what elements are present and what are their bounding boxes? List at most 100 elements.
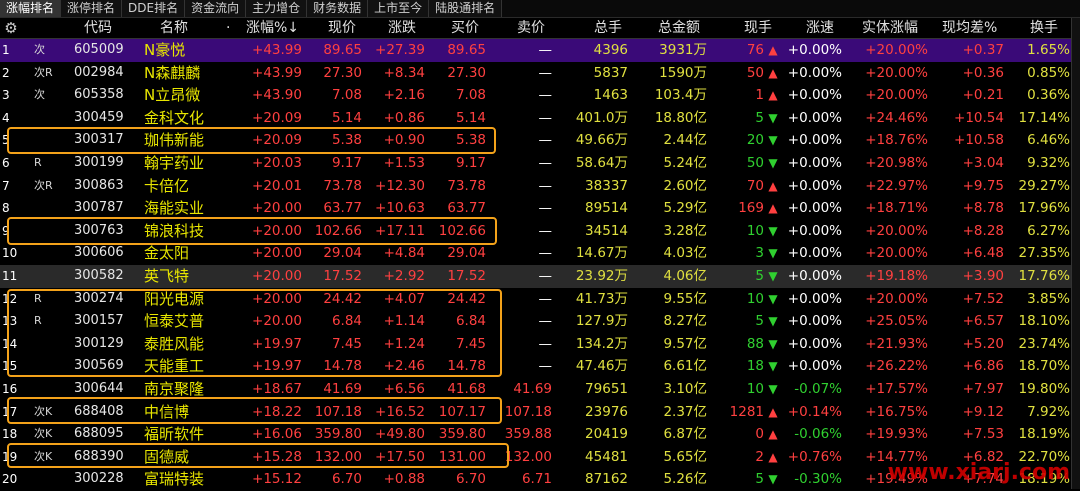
turnover: 9.32% bbox=[1027, 154, 1070, 171]
table-row[interactable]: 8 300787 海能实业 +20.00 63.77 +10.63 63.77 — 89514 5… bbox=[0, 197, 1080, 220]
speed: +0.00% bbox=[787, 87, 842, 104]
col-bid[interactable]: 买价 bbox=[451, 18, 479, 38]
total-amount: 9.57亿 bbox=[663, 335, 707, 352]
stock-code: 300129 bbox=[74, 335, 124, 351]
col-volume[interactable]: 总手 bbox=[594, 18, 622, 38]
total-amount: 6.87亿 bbox=[663, 426, 707, 443]
avg-diff: +9.75 bbox=[962, 177, 1004, 194]
col-amount[interactable]: 总金额 bbox=[658, 18, 700, 38]
tab-dde-ranking[interactable]: DDE排名 bbox=[122, 0, 186, 17]
row-index: 10 bbox=[2, 246, 18, 261]
col-speed[interactable]: 涨速 bbox=[806, 18, 834, 38]
table-row[interactable]: 13 R 300157 恒泰艾普 +20.00 6.84 +1.14 6.84 — 127.9万 8… bbox=[0, 310, 1080, 333]
turnover: 6.46% bbox=[1027, 132, 1070, 149]
arrow-down-icon: ▼ bbox=[768, 155, 778, 170]
table-row[interactable]: 17 次K 688408 中信博 +18.22 107.18 +16.52 107.17 107… bbox=[0, 401, 1080, 424]
bid-price: 107.17 bbox=[438, 403, 486, 420]
stock-name: 锦浪科技 bbox=[144, 221, 205, 240]
tab-main-increase[interactable]: 主力增仓 bbox=[246, 0, 308, 17]
tab-limit-up-ranking[interactable]: 涨停排名 bbox=[61, 0, 123, 17]
col-pct[interactable]: 涨幅%↓ bbox=[246, 18, 299, 38]
ask-price: 107.18 bbox=[504, 403, 552, 420]
col-avg-diff[interactable]: 现均差% bbox=[942, 18, 997, 38]
tab-gain-ranking[interactable]: 涨幅排名 bbox=[0, 0, 62, 17]
row-flags bbox=[34, 220, 66, 243]
table-row[interactable]: 6 R 300199 翰宇药业 +20.03 9.17 +1.53 9.17 — 58.64万 5.… bbox=[0, 152, 1080, 175]
gear-icon[interactable]: ⚙ bbox=[2, 19, 20, 37]
table-row[interactable]: 1 次 605009 N豪悦 +43.99 89.65 +27.39 89.65 — 4396 39… bbox=[0, 39, 1080, 62]
stock-code: 605009 bbox=[74, 42, 124, 57]
stock-code: 300459 bbox=[74, 109, 124, 125]
turnover: 7.92% bbox=[1027, 403, 1070, 420]
tab-hk-connect-ranking[interactable]: 陆股通排名 bbox=[429, 0, 503, 17]
stock-code: 688408 bbox=[74, 403, 124, 419]
stock-name: 福昕软件 bbox=[144, 425, 205, 444]
current-volume: 50 bbox=[746, 154, 764, 171]
table-row[interactable]: 16 300644 南京聚隆 +18.67 41.69 +6.56 41.68 41.69 79… bbox=[0, 378, 1080, 401]
table-row[interactable]: 10 300606 金太阳 +20.00 29.04 +4.84 29.04 — 14.67万 4… bbox=[0, 242, 1080, 265]
table-row[interactable]: 5 300317 珈伟新能 +20.09 5.38 +0.90 5.38 — 49.66万 2.4… bbox=[0, 129, 1080, 152]
pct-change: +20.00 bbox=[252, 200, 302, 217]
avg-diff: +0.37 bbox=[962, 42, 1004, 58]
table-row[interactable]: 9 300763 锦浪科技 +20.00 102.66 +17.11 102.66 — 3451… bbox=[0, 220, 1080, 243]
arrow-up-icon: ▲ bbox=[768, 449, 778, 464]
col-ask[interactable]: 卖价 bbox=[517, 18, 545, 38]
pct-change: +20.00 bbox=[252, 313, 302, 330]
price-change: +0.90 bbox=[383, 132, 425, 149]
bid-price: 102.66 bbox=[438, 222, 486, 239]
stock-name: 中信博 bbox=[144, 402, 190, 421]
row-index: 6 bbox=[2, 155, 10, 170]
bid-price: 9.17 bbox=[455, 154, 486, 171]
stock-name: 恒泰艾普 bbox=[144, 312, 205, 331]
entity-change: +18.76% bbox=[865, 132, 928, 149]
arrow-down-icon: ▼ bbox=[768, 133, 778, 148]
speed: +0.00% bbox=[787, 154, 842, 171]
row-index: 1 bbox=[2, 43, 10, 57]
table-row[interactable]: 11 300582 英飞特 +20.00 17.52 +2.92 17.52 — 23.92万 4… bbox=[0, 264, 1080, 288]
avg-diff: +9.12 bbox=[962, 403, 1004, 420]
col-cur-vol[interactable]: 现手 bbox=[744, 18, 772, 38]
current-volume: 10 bbox=[746, 380, 764, 397]
tab-financial-data[interactable]: 财务数据 bbox=[307, 0, 369, 17]
table-row[interactable]: 18 次K 688095 福昕软件 +16.06 359.80 +49.80 359.80 35… bbox=[0, 423, 1080, 446]
current-volume: 5 bbox=[755, 267, 764, 284]
turnover: 18.19% bbox=[1018, 426, 1070, 443]
tab-fund-flow[interactable]: 资金流向 bbox=[185, 0, 247, 17]
current-volume: 10 bbox=[746, 290, 764, 307]
pct-change: +15.12 bbox=[252, 471, 302, 488]
total-volume: 34514 bbox=[585, 222, 628, 239]
table-row[interactable]: 4 300459 金科文化 +20.09 5.14 +0.86 5.14 — 401.0万 18.… bbox=[0, 107, 1080, 130]
current-price: 24.42 bbox=[323, 290, 362, 307]
stock-code: 688095 bbox=[74, 426, 124, 442]
row-index: 16 bbox=[2, 381, 18, 396]
entity-change: +20.00% bbox=[865, 64, 928, 81]
avg-diff: +8.28 bbox=[962, 222, 1004, 239]
ask-price: — bbox=[538, 87, 553, 104]
col-turnover[interactable]: 换手 bbox=[1030, 18, 1058, 38]
ask-price: — bbox=[538, 335, 553, 352]
table-row[interactable]: 14 300129 泰胜风能 +19.97 7.45 +1.24 7.45 — 134.2万 9.… bbox=[0, 333, 1080, 356]
table-row[interactable]: 12 R 300274 阳光电源 +20.00 24.42 +4.07 24.42 — 41.73… bbox=[0, 288, 1080, 311]
bid-price: 131.00 bbox=[438, 448, 486, 465]
pct-change: +20.00 bbox=[252, 245, 302, 262]
total-amount: 5.24亿 bbox=[663, 154, 707, 171]
bid-price: 6.84 bbox=[455, 313, 486, 330]
tab-since-listing[interactable]: 上市至今 bbox=[368, 0, 430, 17]
col-code[interactable]: 代码 bbox=[84, 18, 112, 38]
row-index: 9 bbox=[2, 223, 10, 238]
vertical-scrollbar[interactable] bbox=[1071, 18, 1080, 489]
table-row[interactable]: 3 次 605358 N立昂微 +43.90 7.08 +2.16 7.08 — 1463 103.… bbox=[0, 84, 1080, 107]
pct-change: +16.06 bbox=[252, 426, 302, 443]
table-row[interactable]: 2 次R 002984 N森麒麟 +43.99 27.30 +8.34 27.30 — 5837 1… bbox=[0, 62, 1080, 85]
col-entity[interactable]: 实体涨幅 bbox=[862, 18, 918, 38]
row-flags: R bbox=[34, 291, 42, 305]
current-price: 9.17 bbox=[331, 154, 362, 171]
col-name[interactable]: 名称 bbox=[160, 18, 188, 38]
table-row[interactable]: 7 次R 300863 卡倍亿 +20.01 73.78 +12.30 73.78 — 38337… bbox=[0, 175, 1080, 198]
col-change[interactable]: 涨跌 bbox=[388, 18, 416, 38]
col-price[interactable]: 现价 bbox=[328, 18, 356, 38]
table-row[interactable]: 15 300569 天能重工 +19.97 14.78 +2.46 14.78 — 47.46万… bbox=[0, 355, 1080, 378]
entity-change: +18.71% bbox=[865, 200, 928, 217]
price-change: +4.07 bbox=[383, 290, 425, 307]
stock-name: 金科文化 bbox=[144, 108, 205, 127]
